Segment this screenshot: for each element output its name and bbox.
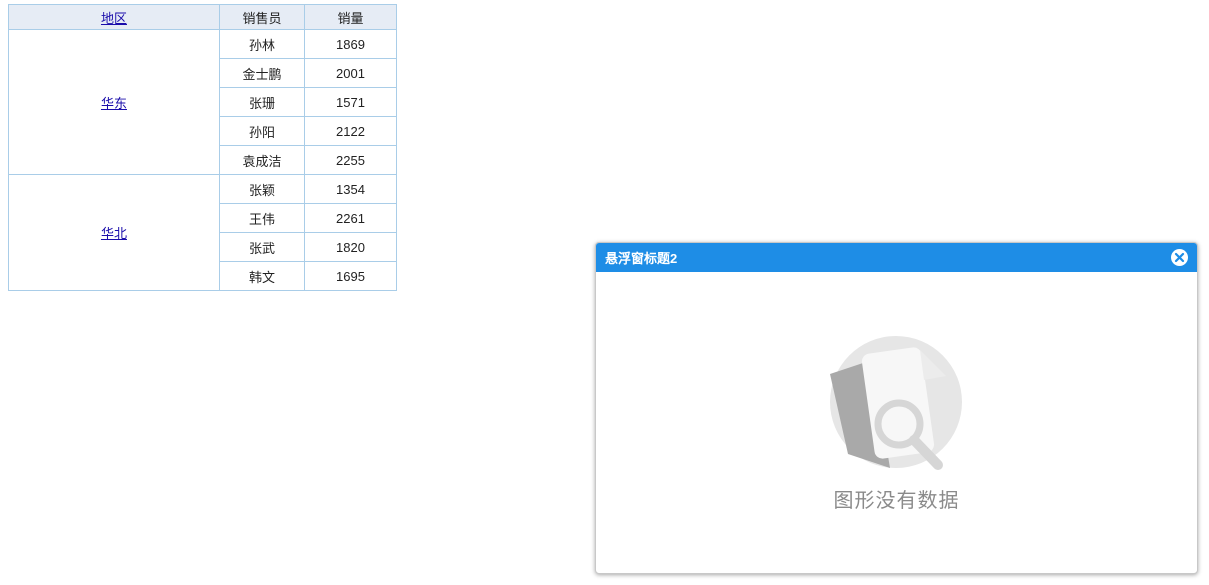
salesperson-cell: 王伟: [219, 203, 305, 233]
volume-cell: 2122: [304, 116, 397, 146]
table-row: 华北 张颖 1354: [8, 174, 397, 291]
volume-cell: 1820: [304, 232, 397, 262]
volume-cell: 2001: [304, 58, 397, 88]
volume-cell: 2255: [304, 145, 397, 175]
region-cell-east[interactable]: 华东: [8, 29, 220, 175]
salesperson-cell: 韩文: [219, 261, 305, 291]
salesperson-cell: 金士鹏: [219, 58, 305, 88]
no-data-magnifier-icon: [830, 336, 962, 470]
floating-window-header[interactable]: 悬浮窗标题2: [596, 243, 1197, 272]
salesperson-cell: 孙阳: [219, 116, 305, 146]
header-region[interactable]: 地区: [8, 4, 220, 30]
region-cell-north[interactable]: 华北: [8, 174, 220, 291]
salesperson-cell: 孙林: [219, 29, 305, 59]
header-volume: 销量: [304, 4, 397, 30]
volume-cell: 2261: [304, 203, 397, 233]
volume-cell: 1869: [304, 29, 397, 59]
floating-window[interactable]: 悬浮窗标题2 图形没有数据: [595, 242, 1198, 574]
table-row: 华东 孙林 1869: [8, 29, 397, 175]
region-link-east[interactable]: 华东: [101, 96, 127, 111]
close-circle-icon[interactable]: [1174, 252, 1185, 263]
floating-window-title: 悬浮窗标题2: [605, 251, 678, 266]
header-salesperson: 销售员: [219, 4, 305, 30]
salesperson-cell: 张颖: [219, 174, 305, 204]
close-button[interactable]: [1171, 249, 1188, 266]
volume-cell: 1354: [304, 174, 397, 204]
salesperson-cell: 张武: [219, 232, 305, 262]
table-header-row: 地区 销售员 销量: [8, 4, 397, 30]
salesperson-cell: 袁成洁: [219, 145, 305, 175]
salesperson-cell: 张珊: [219, 87, 305, 117]
volume-cell: 1695: [304, 261, 397, 291]
floating-window-body: 图形没有数据: [596, 272, 1197, 572]
sales-table: 地区 销售员 销量 华东 孙林 1869 金士鹏 2001 张珊 1571 孙阳…: [8, 4, 397, 291]
empty-state-text: 图形没有数据: [833, 490, 960, 512]
region-link-north[interactable]: 华北: [101, 226, 127, 241]
volume-cell: 1571: [304, 87, 397, 117]
header-region-link[interactable]: 地区: [101, 11, 127, 26]
